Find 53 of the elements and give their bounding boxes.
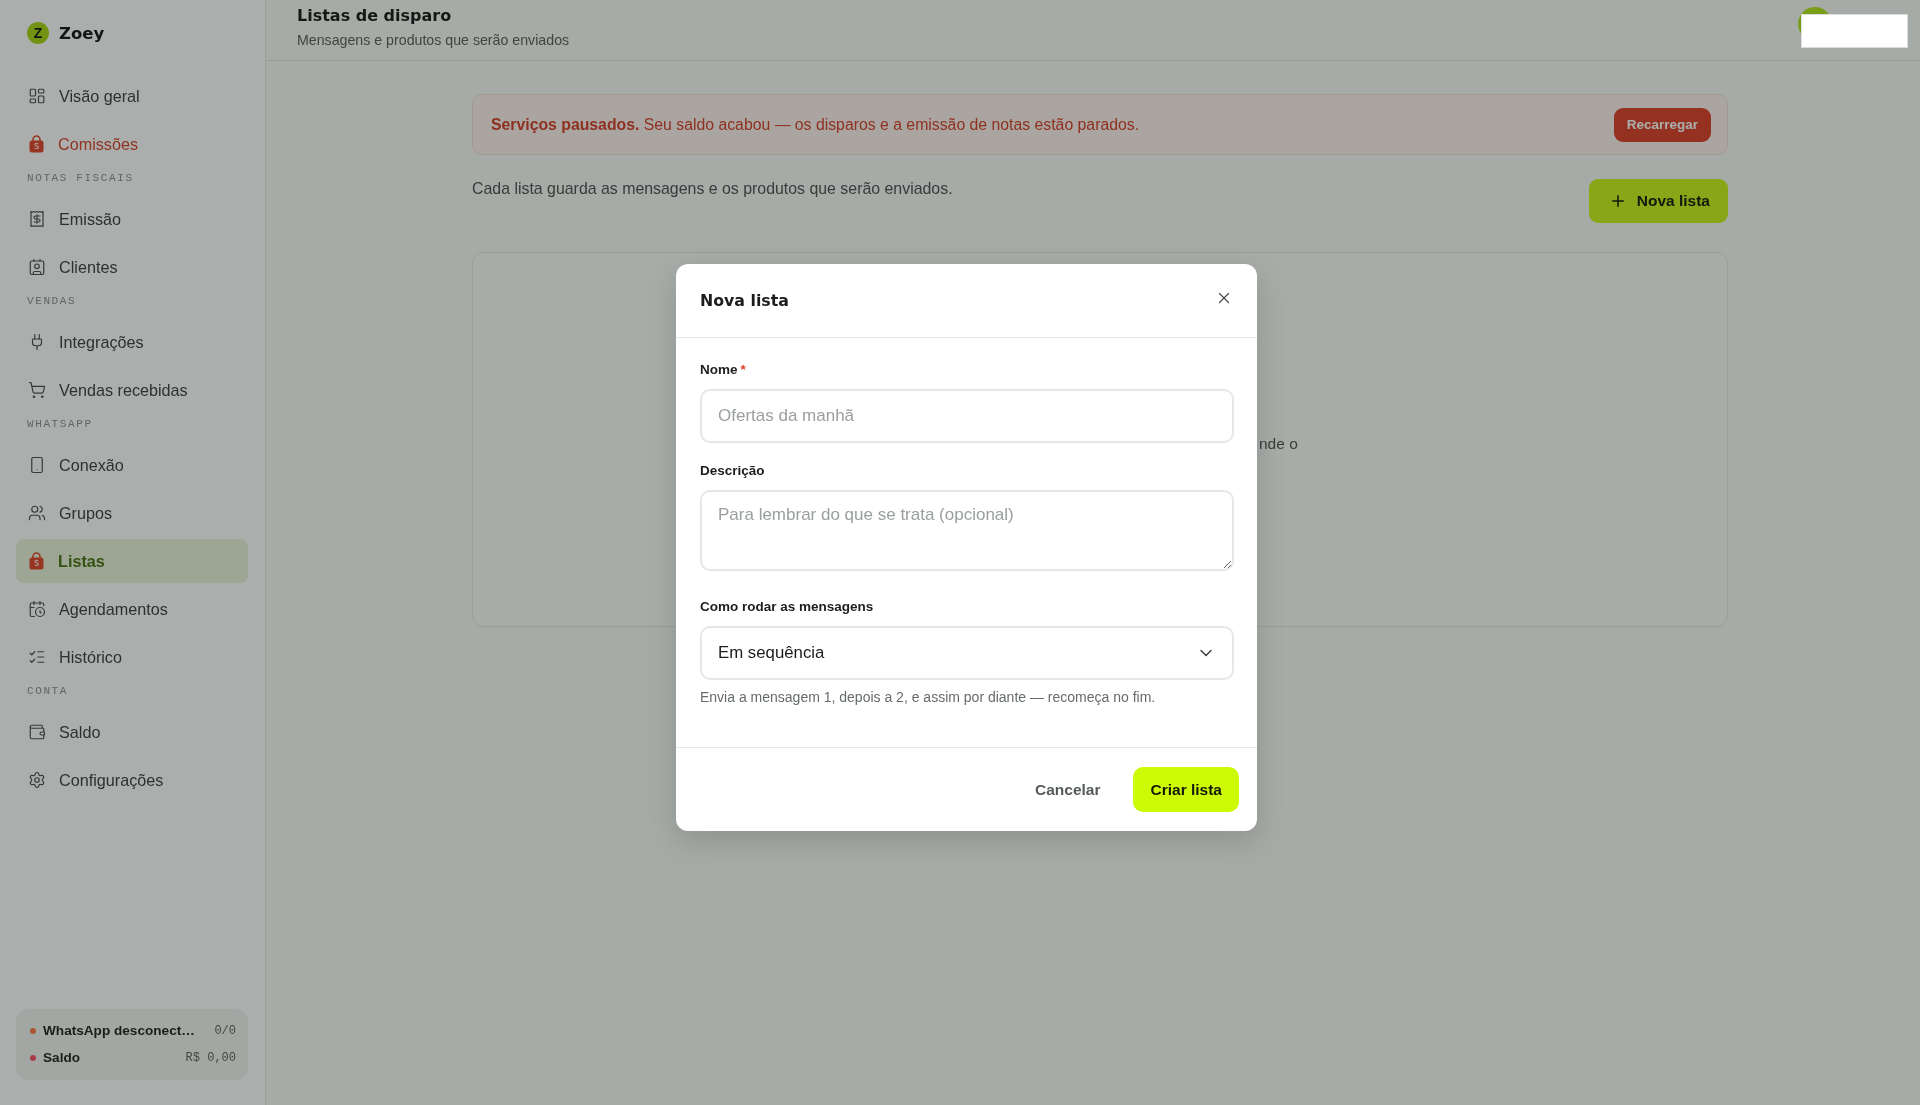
users-icon — [28, 504, 46, 522]
sidebar-item[interactable]: Integrações — [16, 320, 248, 364]
field-label: Nome * — [700, 361, 747, 379]
sidebar-item[interactable]: Emissão — [16, 197, 248, 241]
description-textarea[interactable]: Para lembrar do que se trata (opcional) — [700, 490, 1234, 571]
field-hint: Envia a mensagem 1, depois a 2, e assim por diante — recomeça no fim. — [700, 688, 1157, 706]
contact-card-icon — [28, 258, 46, 276]
field-label: Descrição — [700, 462, 766, 480]
wallet-icon — [28, 723, 46, 741]
dashboard-grid-icon — [28, 87, 46, 105]
select-value: Em sequência — [718, 643, 825, 663]
section-label: VENDAS — [26, 294, 78, 308]
section-label: NOTAS FISCAIS — [26, 171, 135, 185]
sidebar-item[interactable]: Comissões — [16, 122, 248, 166]
shopping-bag-icon — [28, 135, 45, 153]
sidebar-item[interactable]: Conexão — [16, 443, 248, 487]
recharge-button[interactable]: Recarregar — [1613, 107, 1711, 142]
intro-text: Cada lista guarda as mensagens e os produtos que serão enviados. — [472, 180, 953, 198]
smartphone-icon — [28, 456, 46, 474]
sidebar-item[interactable]: Clientes — [16, 245, 248, 289]
card-text: nde o — [1259, 434, 1298, 453]
status-value: R$ 0,00 — [185, 1050, 236, 1066]
sidebar-item[interactable]: Saldo — [16, 710, 248, 754]
settings-icon — [28, 771, 46, 789]
section-label: CONTA — [26, 684, 69, 698]
receipt-icon — [28, 210, 46, 228]
sidebar-item[interactable]: Configurações — [16, 758, 248, 802]
new-list-button[interactable]: Nova lista — [1588, 179, 1728, 223]
status-label: Saldo — [43, 1050, 81, 1066]
section-label: WHATSAPP — [26, 417, 94, 431]
logo-mark: Z — [27, 22, 49, 44]
sidebar-item[interactable]: Histórico — [16, 635, 248, 679]
create-list-button[interactable]: Criar lista — [1133, 767, 1239, 812]
sidebar-item[interactable]: Listas — [16, 539, 248, 583]
field-label: Como rodar as mensagens — [700, 598, 875, 616]
checklist-icon — [28, 648, 46, 666]
sidebar-item[interactable]: Agendamentos — [16, 587, 248, 631]
modal-title: Nova lista — [700, 290, 789, 312]
sidebar-item[interactable]: Vendas recebidas — [16, 368, 248, 412]
name-input[interactable]: Ofertas da manhã — [700, 389, 1234, 443]
calendar-clock-icon — [28, 600, 46, 618]
alert-message: Serviços pausados. Seu saldo acabou — os disparos e a emissão de notas estão parados. — [491, 115, 1141, 134]
cancel-button[interactable]: Cancelar — [1019, 767, 1117, 812]
brand-name: Zoey — [59, 23, 105, 43]
shopping-cart-icon — [28, 381, 46, 399]
shopping-bag-icon — [28, 552, 45, 570]
status-value: 0/0 — [214, 1023, 236, 1039]
page-title: Listas de disparo — [297, 5, 453, 27]
sidebar-item[interactable]: Visão geral — [16, 74, 248, 118]
status-label: WhatsApp desconect… — [43, 1023, 196, 1039]
sidebar-item[interactable]: Grupos — [16, 491, 248, 535]
page-subtitle: Mensagens e produtos que serão enviados — [297, 32, 571, 48]
select-field[interactable]: Em sequência — [700, 626, 1234, 680]
